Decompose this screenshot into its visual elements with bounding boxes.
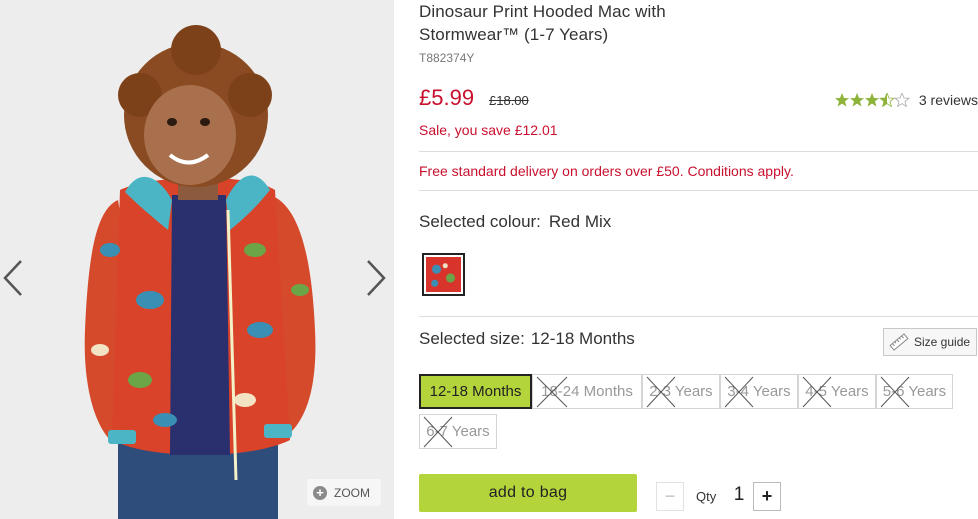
size-option-12-18-months[interactable]: 12-18 Months (419, 374, 532, 409)
size-option-3-4-years[interactable]: 3-4 Years (720, 374, 798, 409)
selected-size: Selected size: 12-18 Months (419, 329, 635, 349)
divider (419, 190, 978, 191)
unavailable-cross-icon (423, 416, 453, 448)
product-rating[interactable]: 3 reviews (834, 92, 978, 108)
product-code: T882374Y (419, 51, 475, 65)
quantity-increase-button[interactable]: + (753, 482, 781, 511)
original-price: £18.00 (489, 93, 529, 108)
delivery-message[interactable]: Free standard delivery on orders over £5… (419, 163, 794, 179)
quantity-input[interactable]: 1 (732, 484, 746, 506)
colour-label: Selected colour: (419, 212, 541, 231)
size-option-5-6-years[interactable]: 5-6 Years (876, 374, 953, 409)
zoom-button[interactable]: + ZOOM (307, 479, 381, 506)
colour-swatch-red-mix[interactable] (422, 253, 465, 296)
unavailable-cross-icon (724, 376, 754, 408)
sale-price: £5.99 (419, 85, 475, 110)
quantity-decrease-button[interactable]: − (656, 482, 684, 511)
zoom-plus-icon: + (313, 485, 327, 500)
colour-value: Red Mix (548, 212, 612, 231)
size-guide-label: Size guide (914, 335, 971, 349)
selected-colour: Selected colour: Red Mix (419, 212, 611, 232)
savings-text: Sale, you save £12.01 (419, 122, 558, 138)
red-mix-dinosaur-swatch-icon (426, 257, 461, 292)
product-title: Dinosaur Print Hooded Mac with Stormwear… (419, 2, 666, 44)
reviews-link[interactable]: 3 reviews (919, 92, 978, 108)
size-option-18-24-months[interactable]: 18-24 Months (532, 374, 642, 409)
quantity-label: Qty (696, 489, 717, 504)
previous-image-arrow[interactable] (1, 258, 27, 298)
divider (419, 151, 978, 152)
size-label: Selected size: (419, 329, 525, 348)
divider (419, 316, 978, 317)
unavailable-cross-icon (536, 376, 568, 408)
product-details: Dinosaur Print Hooded Mac with Stormwear… (419, 0, 978, 519)
zoom-label: ZOOM (334, 485, 370, 500)
size-option-4-5-years[interactable]: 4-5 Years (798, 374, 876, 409)
chevron-right-icon (367, 260, 386, 296)
size-value: 12-18 Months (530, 329, 635, 348)
unavailable-cross-icon (646, 376, 676, 408)
product-image-gallery: + ZOOM (0, 0, 394, 519)
unavailable-cross-icon (802, 376, 832, 408)
size-option-label: 12-18 Months (429, 383, 522, 400)
size-option-2-3-years[interactable]: 2-3 Years (642, 374, 720, 409)
size-option-6-7-years[interactable]: 6-7 Years (419, 414, 497, 449)
ruler-icon (889, 333, 909, 351)
size-guide-button[interactable]: Size guide (883, 328, 977, 356)
add-to-bag-button[interactable]: add to bag (419, 474, 637, 512)
product-photo[interactable] (0, 0, 394, 519)
unavailable-cross-icon (880, 376, 910, 408)
next-image-arrow[interactable] (362, 258, 388, 298)
chevron-left-icon (3, 260, 22, 296)
star-rating-icon (834, 93, 910, 107)
